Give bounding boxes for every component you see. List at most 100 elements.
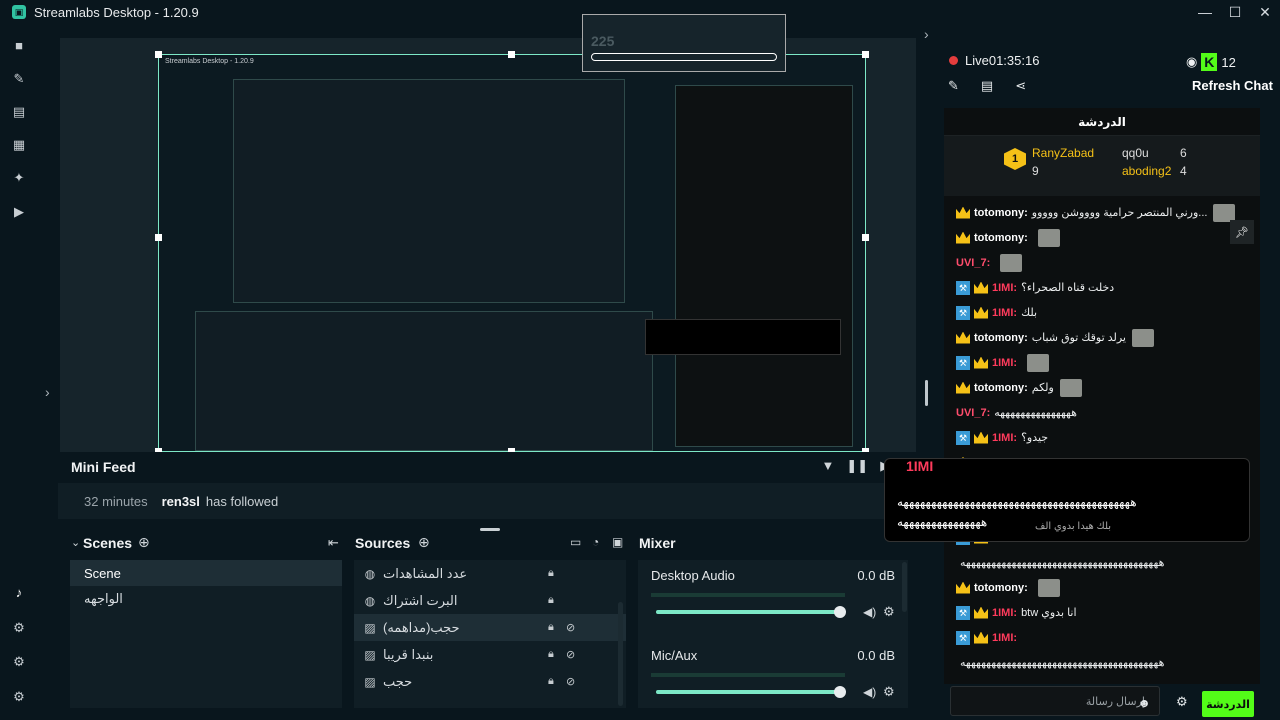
- speaker-icon[interactable]: ◀): [863, 685, 876, 699]
- lock-icon[interactable]: 🔒︎: [548, 675, 554, 688]
- play-icon[interactable]: ▶: [11, 204, 27, 220]
- lock-icon[interactable]: 🔒︎: [548, 594, 554, 607]
- eye-slash-icon[interactable]: ⊘: [566, 648, 575, 661]
- gear-icon[interactable]: ⚙: [11, 689, 27, 705]
- drag-handle[interactable]: [480, 528, 500, 531]
- source-item[interactable]: ◍ عدد المشاهدات 🔒︎: [354, 560, 626, 587]
- source-item[interactable]: ▨ حجب(مداهمه) 🔒︎ ⊘: [354, 614, 626, 641]
- left-navigation: ■ ✎ ▤ ▦ ✦ ▶ ♪ ⚙ ⚙ ⚙: [0, 24, 38, 720]
- source-item[interactable]: ▨ بنبدا قريبا 🔒︎ ⊘: [354, 641, 626, 668]
- close-button[interactable]: ✕: [1250, 0, 1280, 24]
- chat-header: الدردشة: [944, 108, 1260, 136]
- camera-icon[interactable]: ■: [11, 38, 27, 54]
- lock-icon[interactable]: 🔒︎: [548, 648, 554, 661]
- chat-username[interactable]: totomony:: [974, 332, 1028, 344]
- pin-icon[interactable]: 📌︎: [1230, 220, 1254, 244]
- gear-icon[interactable]: ⚙: [883, 684, 895, 700]
- resize-handle[interactable]: [862, 51, 869, 58]
- gear-icon[interactable]: ⚙: [1176, 694, 1188, 710]
- tools-icon[interactable]: ✎: [11, 71, 27, 87]
- settings-dot-icon[interactable]: ⚙: [11, 654, 27, 670]
- chat-message: ⚒ 1IMI: بلك: [944, 300, 1260, 325]
- lock-icon[interactable]: 🔒︎: [548, 567, 554, 580]
- filter-icon[interactable]: ▼: [822, 458, 835, 474]
- nested-preview: [233, 79, 625, 303]
- pause-icon[interactable]: ❚❚: [846, 458, 868, 474]
- add-scene-icon[interactable]: ⊕: [138, 534, 150, 551]
- chat-message: ⚒ 1IMI:: [944, 625, 1260, 650]
- stream-preview[interactable]: Streamlabs Desktop - 1.20.9: [158, 54, 866, 452]
- lock-icon[interactable]: 🔒︎: [548, 621, 554, 634]
- crown-badge-icon: [956, 331, 970, 344]
- collapse-icon[interactable]: ⌄: [71, 536, 80, 549]
- crown-badge-icon: [974, 606, 988, 619]
- layers-icon[interactable]: ▦: [11, 137, 27, 153]
- send-chat-button[interactable]: الدردشة: [1202, 691, 1254, 717]
- chat-username[interactable]: UVI_7:: [956, 257, 990, 269]
- pencil-icon[interactable]: ✎: [948, 78, 959, 94]
- live-indicator-icon: [949, 56, 958, 65]
- chat-input[interactable]: إرسال رسالة: [950, 686, 1160, 716]
- chat-username[interactable]: 1IMI:: [992, 282, 1017, 294]
- emoji-icon[interactable]: ☻: [1138, 696, 1151, 710]
- moderator-badge-icon: ⚒: [956, 630, 970, 645]
- crown-badge-icon: [956, 231, 970, 244]
- chat-username[interactable]: totomony:: [974, 582, 1028, 594]
- chat-username[interactable]: 1IMI:: [992, 307, 1017, 319]
- emote-image: [1037, 578, 1060, 597]
- chat-username[interactable]: totomony:: [974, 207, 1028, 219]
- crown-badge-icon: [974, 281, 988, 294]
- chevron-right-icon[interactable]: ›: [45, 384, 50, 400]
- collapse-panel-icon[interactable]: ⇤: [328, 535, 339, 551]
- eye-slash-icon[interactable]: ⊘: [566, 675, 575, 688]
- chat-username[interactable]: 1IMI:: [992, 357, 1017, 369]
- source-item[interactable]: ◍ البرت اشتراك 🔒︎: [354, 587, 626, 614]
- chat-text: جيدو؟: [1021, 432, 1049, 444]
- volume-slider-knob[interactable]: [834, 606, 846, 618]
- folder-icon[interactable]: ▭: [570, 535, 581, 549]
- chat-username[interactable]: 1IMI:: [992, 432, 1017, 444]
- resize-handle[interactable]: [155, 51, 162, 58]
- chat-username[interactable]: 1IMI:: [992, 632, 1017, 644]
- chat-message: هههههههههههههههههههههههههههههههههههههههه: [944, 650, 1260, 675]
- resize-handle[interactable]: [508, 51, 515, 58]
- source-item[interactable]: ▨ حجب 🔒︎ ⊘: [354, 668, 626, 695]
- volume-slider[interactable]: [656, 610, 840, 614]
- speaker-icon[interactable]: ◀): [863, 605, 876, 619]
- scene-item[interactable]: Scene: [70, 560, 342, 586]
- eye-slash-icon[interactable]: ⊘: [566, 621, 575, 634]
- gear-icon[interactable]: ⚙: [883, 604, 895, 620]
- sources-title: Sources: [355, 535, 411, 551]
- volume-slider[interactable]: [656, 690, 840, 694]
- hide-all-icon[interactable]: ◔: [592, 535, 599, 549]
- leader-score: 9: [1032, 164, 1039, 178]
- chat-username[interactable]: UVI_7:: [956, 407, 990, 419]
- minimize-button[interactable]: —: [1190, 0, 1220, 24]
- refresh-chat-button[interactable]: Refresh Chat: [1192, 78, 1273, 93]
- share-icon[interactable]: ⋖: [1015, 78, 1026, 94]
- scenes-title: Scenes: [83, 535, 133, 551]
- live-timer: Live01:35:16: [965, 53, 1040, 68]
- chat-message: ⚒ 1IMI: دخلت قناه الصحراء؟: [944, 275, 1260, 300]
- tiktok-icon[interactable]: ♪: [11, 585, 27, 601]
- chat-username[interactable]: 1IMI:: [992, 607, 1017, 619]
- settings-dot-icon[interactable]: ⚙: [11, 620, 27, 636]
- add-folder-icon[interactable]: ▣: [612, 535, 623, 549]
- chat-text: يرلد توقك توق شباب: [1031, 332, 1126, 344]
- scene-item[interactable]: الواجهه: [70, 586, 342, 612]
- store-icon[interactable]: ▤: [11, 104, 27, 120]
- emote-image: [1059, 378, 1082, 397]
- add-source-icon[interactable]: ⊕: [418, 534, 430, 551]
- sources-scrollbar[interactable]: [618, 602, 623, 706]
- chat-username[interactable]: totomony:: [974, 382, 1028, 394]
- resize-handle[interactable]: [862, 234, 869, 241]
- resize-divider[interactable]: [925, 380, 928, 406]
- maximize-button[interactable]: ☐: [1220, 0, 1250, 24]
- sparkle-icon[interactable]: ✦: [11, 170, 27, 186]
- store-icon[interactable]: ▤: [981, 78, 993, 94]
- resize-handle[interactable]: [155, 234, 162, 241]
- chevron-right-icon[interactable]: ›: [924, 26, 929, 42]
- mixer-scrollbar[interactable]: [902, 562, 907, 612]
- chat-username[interactable]: totomony:: [974, 232, 1028, 244]
- volume-slider-knob[interactable]: [834, 686, 846, 698]
